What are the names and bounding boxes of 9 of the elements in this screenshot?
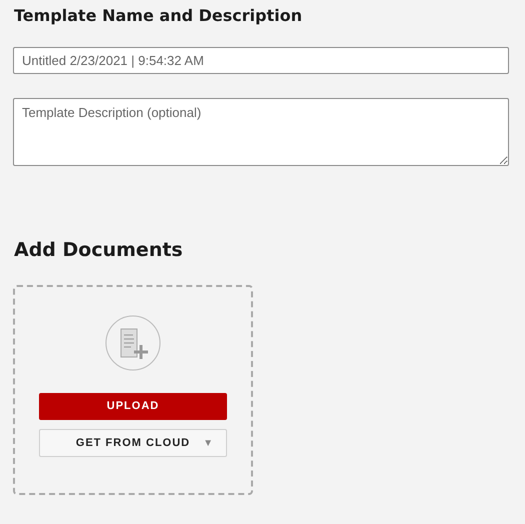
section-heading: Add Documents bbox=[14, 238, 184, 262]
add-document-icon bbox=[105, 315, 161, 371]
drop-zone[interactable]: UPLOAD GET FROM CLOUD ▼ bbox=[13, 285, 253, 495]
get-from-cloud-button[interactable]: GET FROM CLOUD ▼ bbox=[39, 429, 227, 457]
template-name-field[interactable]: Untitled 2/23/2021 | 9:54:32 AM bbox=[13, 47, 509, 74]
section-heading: Template Name and Description bbox=[14, 6, 304, 26]
caret-icon: ▼ bbox=[203, 436, 214, 450]
template-description-field[interactable]: Template Description (optional) bbox=[13, 98, 509, 166]
upload-button[interactable]: UPLOAD bbox=[39, 393, 227, 420]
